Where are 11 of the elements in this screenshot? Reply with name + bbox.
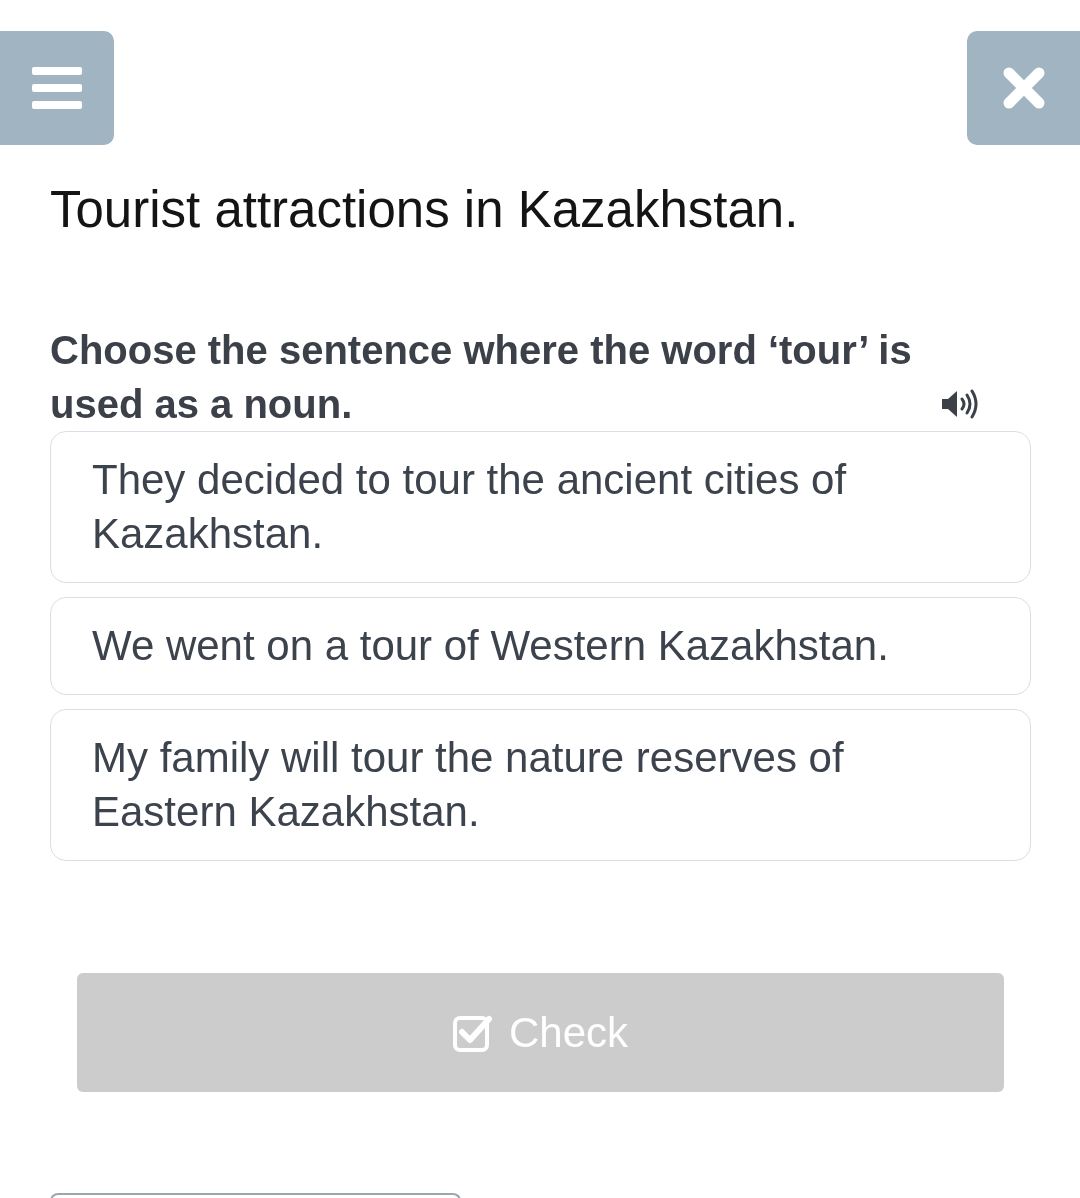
answer-option[interactable]: We went on a tour of Western Kazakhstan. <box>50 597 1031 695</box>
close-button[interactable] <box>967 31 1080 145</box>
lesson-title: Tourist attractions in Kazakhstan. <box>50 181 800 239</box>
speaker-icon[interactable] <box>942 389 980 419</box>
answer-option[interactable]: They decided to tour the ancient cities of Kazakhstan. <box>50 431 1031 583</box>
checkbox-icon <box>452 1013 493 1052</box>
close-icon <box>1002 67 1045 109</box>
question-text: Choose the sentence where the word ‘tour’ is used as a noun. <box>50 327 913 428</box>
menu-button[interactable] <box>0 31 114 145</box>
answer-option[interactable]: My family will tour the nature reserves of Eastern Kazakhstan. <box>50 709 1031 861</box>
menu-icon <box>32 67 82 109</box>
